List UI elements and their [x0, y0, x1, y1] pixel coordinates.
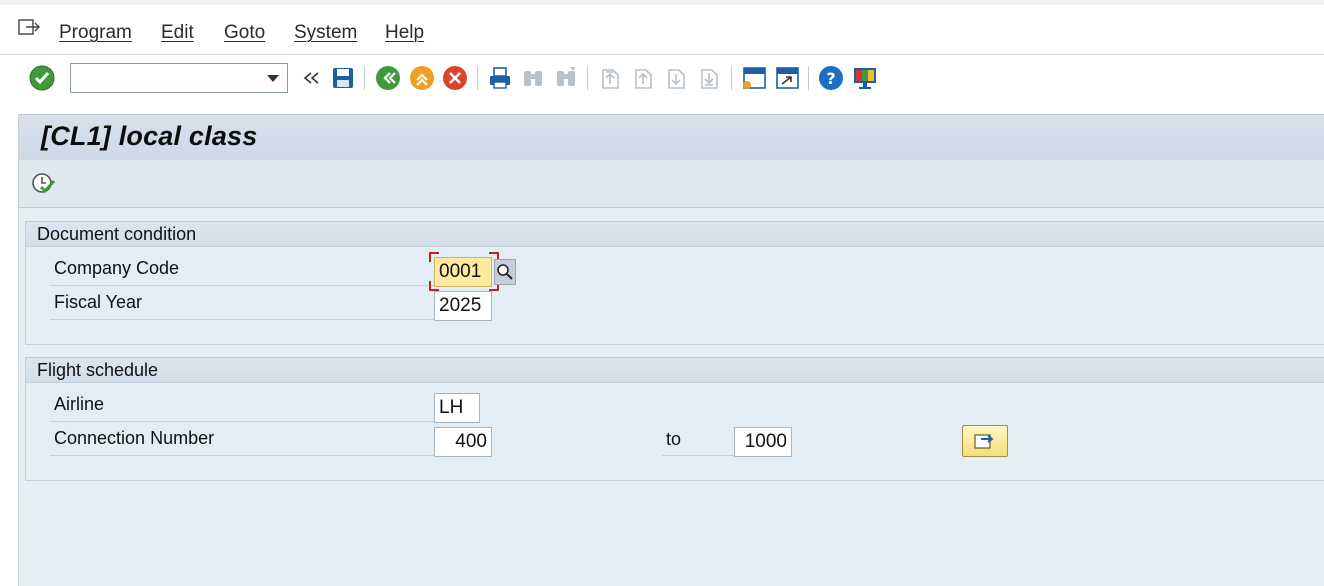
flight-schedule-group: Flight schedule Airline Connection Numbe…	[25, 357, 1324, 481]
group-title: Document condition	[26, 222, 1324, 247]
row-divider	[50, 455, 434, 456]
command-field[interactable]	[70, 63, 288, 93]
value-help-button[interactable]	[494, 259, 516, 285]
toolbar-separator	[477, 66, 478, 90]
focus-marker	[429, 252, 439, 262]
cancel-icon[interactable]	[442, 65, 468, 91]
fiscal-year-label: Fiscal Year	[54, 292, 143, 312]
next-page-icon[interactable]	[663, 65, 689, 91]
command-dropdown-icon[interactable]	[267, 75, 279, 82]
page-title: [CL1] local class	[41, 121, 258, 151]
row-divider	[662, 455, 734, 456]
menu-goto[interactable]: Goto	[224, 22, 265, 44]
toolbar-separator	[731, 66, 732, 90]
menu-help[interactable]: Help	[385, 22, 424, 44]
multiple-selection-button[interactable]	[962, 425, 1008, 457]
connection-number-label: Connection Number	[54, 428, 215, 448]
exit-icon[interactable]	[409, 65, 435, 91]
last-page-icon[interactable]	[696, 65, 722, 91]
first-page-icon[interactable]	[597, 65, 623, 91]
help-icon[interactable]: ?	[818, 65, 844, 91]
connection-to-field[interactable]	[734, 427, 792, 457]
row-divider	[50, 285, 434, 286]
previous-page-icon[interactable]	[630, 65, 656, 91]
menu-bar: Program Edit Goto System Help	[0, 0, 1324, 55]
fiscal-year-field[interactable]	[434, 291, 492, 321]
search-icon	[497, 264, 513, 280]
save-icon[interactable]	[330, 65, 356, 91]
create-session-icon[interactable]	[741, 65, 767, 91]
menu-exit-icon[interactable]	[18, 19, 40, 37]
group-title: Flight schedule	[26, 358, 1324, 383]
title-bar: [CL1] local class	[19, 114, 1324, 161]
find-icon[interactable]	[520, 65, 546, 91]
connection-from-field[interactable]	[434, 427, 492, 457]
multiple-selection-icon	[974, 434, 994, 449]
document-condition-group: Document condition Company Code Fiscal Y…	[25, 221, 1324, 345]
toolbar-separator	[364, 66, 365, 90]
back-icon[interactable]	[375, 65, 401, 91]
menu-system[interactable]: System	[294, 22, 357, 44]
svg-text:?: ?	[826, 69, 835, 88]
to-label: to	[666, 429, 682, 449]
company-code-label: Company Code	[54, 258, 180, 278]
application-toolbar	[19, 160, 1324, 208]
row-divider	[50, 319, 434, 320]
customize-layout-icon[interactable]	[852, 65, 878, 91]
standard-toolbar: ?	[0, 56, 1324, 102]
menu-program[interactable]: Program	[59, 22, 132, 44]
execute-icon[interactable]	[31, 171, 55, 195]
command-input[interactable]	[75, 65, 259, 93]
toolbar-separator	[808, 66, 809, 90]
main-screen: [CL1] local class Document condition Com…	[18, 114, 1324, 586]
company-code-field[interactable]	[434, 257, 492, 287]
focus-marker	[429, 281, 439, 291]
airline-field[interactable]	[434, 393, 480, 423]
airline-label: Airline	[54, 394, 105, 414]
toolbar-separator	[587, 66, 588, 90]
collapse-icon[interactable]	[299, 65, 325, 91]
enter-icon[interactable]	[29, 65, 55, 91]
row-divider	[50, 421, 434, 422]
menu-edit[interactable]: Edit	[161, 22, 194, 44]
find-next-icon[interactable]	[553, 65, 579, 91]
shortcut-icon[interactable]	[774, 65, 800, 91]
print-icon[interactable]	[487, 65, 513, 91]
